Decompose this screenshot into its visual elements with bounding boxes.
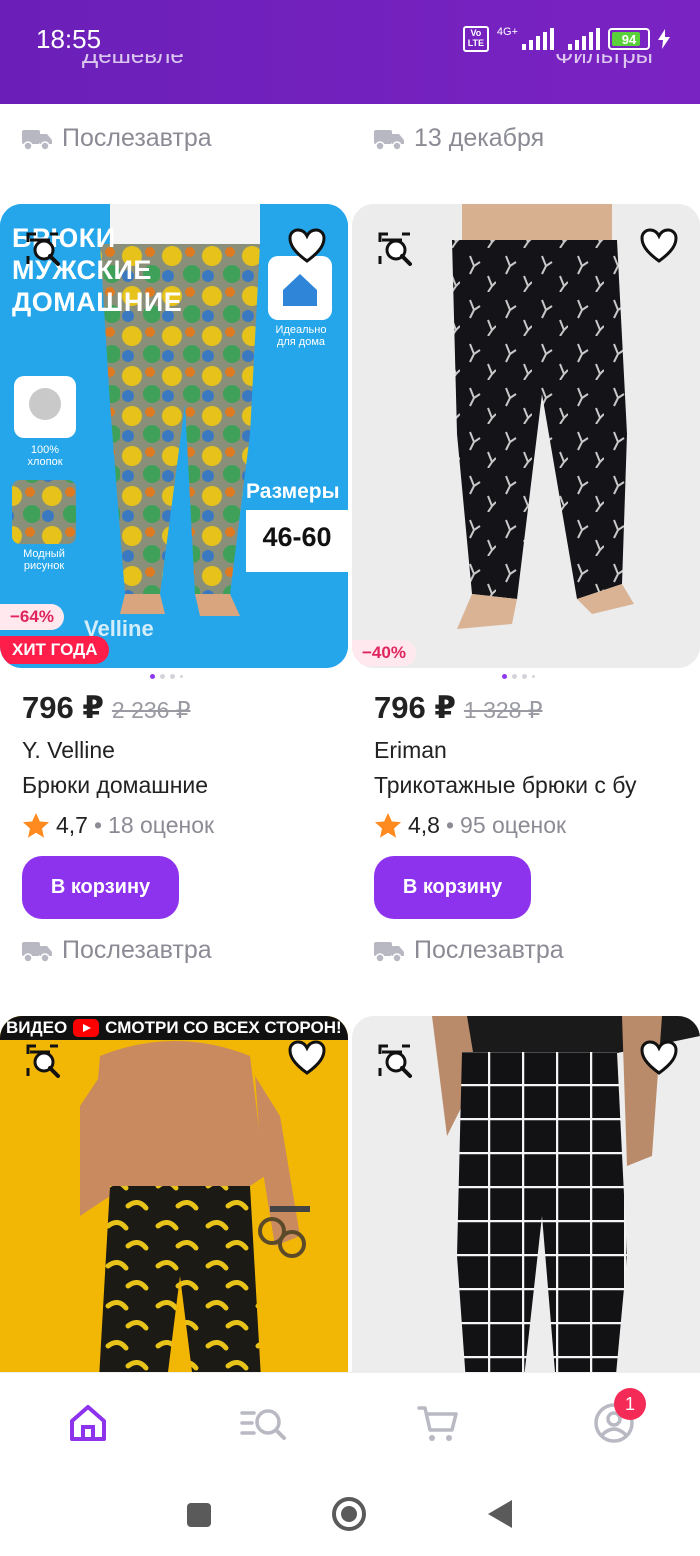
rating-value: 4,8 — [408, 812, 440, 838]
ar-search-icon[interactable] — [24, 230, 62, 268]
product-rating: 4,8 • 95 оценок — [374, 812, 566, 839]
delivery-info: 13 декабря — [374, 124, 544, 153]
rating-separator: • — [93, 812, 103, 838]
home-icon[interactable] — [66, 1401, 110, 1445]
status-bar: 18:55 Дешевле Фильтры Vo LTE 4G+ 94 — [0, 0, 700, 104]
signal-icon — [522, 28, 554, 50]
carousel-dots — [502, 674, 535, 679]
battery-icon: 94 — [608, 28, 650, 50]
video-banner: ВИДЕО СМОТРИ СО ВСЕХ СТОРОН! — [6, 1018, 342, 1038]
truck-icon — [22, 129, 52, 150]
image-home-text: Идеально для дома — [275, 324, 327, 348]
product-title[interactable]: Трикотажные брюки с бу — [374, 772, 700, 799]
price-block: 796 ₽ 1 328 ₽ — [374, 690, 543, 726]
heart-icon[interactable] — [640, 228, 678, 264]
ar-search-icon[interactable] — [376, 1042, 414, 1080]
delivery-info: Послезавтра — [374, 936, 564, 965]
old-price: 2 236 ₽ — [111, 697, 191, 723]
video-label-2: СМОТРИ СО ВСЕХ СТОРОН! — [105, 1018, 342, 1037]
hit-badge: ХИТ ГОДА — [0, 636, 110, 664]
delivery-label: 13 декабря — [414, 124, 545, 152]
heart-icon[interactable] — [640, 1040, 678, 1076]
rating-value: 4,7 — [56, 812, 88, 838]
discount-badge: −40% — [352, 640, 416, 666]
add-to-cart-button[interactable]: В корзину — [22, 856, 179, 919]
product-image[interactable]: −40% — [352, 204, 700, 668]
rating-separator: • — [445, 812, 455, 838]
heart-icon[interactable] — [288, 1040, 326, 1076]
network-type: 4G+ — [496, 26, 518, 38]
old-price: 1 328 ₽ — [463, 697, 543, 723]
add-to-cart-button[interactable]: В корзину — [374, 856, 531, 919]
product-title[interactable]: Брюки домашние — [22, 772, 348, 799]
status-time: 18:55 — [36, 24, 102, 54]
delivery-info: Послезавтра — [22, 124, 212, 153]
product-photo — [352, 204, 700, 668]
delivery-label: Послезавтра — [62, 124, 212, 152]
product-brand[interactable]: Eriman — [374, 737, 447, 764]
delivery-info: Послезавтра — [22, 936, 212, 965]
delivery-label: Послезавтра — [62, 936, 212, 964]
current-price: 796 ₽ — [374, 690, 456, 725]
carousel-dots — [150, 674, 183, 679]
current-price: 796 ₽ — [22, 690, 104, 725]
truck-icon — [374, 129, 404, 150]
image-pattern-text: Модный рисунок — [23, 548, 65, 572]
image-sizes-label: Размеры — [246, 480, 340, 503]
recents-icon[interactable] — [186, 1502, 212, 1528]
reviews-count: 95 оценок — [460, 812, 567, 838]
volte-icon: Vo LTE — [462, 26, 489, 52]
delivery-label: Послезавтра — [414, 936, 564, 964]
reviews-count: 18 оценок — [108, 812, 215, 838]
cart-icon[interactable] — [416, 1401, 460, 1445]
price-block: 796 ₽ 2 236 ₽ — [22, 690, 191, 726]
play-icon — [73, 1019, 100, 1037]
star-icon — [23, 813, 49, 838]
star-icon — [375, 813, 401, 838]
truck-icon — [374, 941, 404, 962]
discount-badge: −64% — [0, 604, 64, 630]
system-nav — [0, 1472, 700, 1556]
notification-badge: 1 — [614, 1388, 646, 1420]
heart-icon[interactable] — [288, 228, 326, 264]
ar-search-icon[interactable] — [24, 1042, 62, 1080]
image-sizes-value: 46-60 — [262, 522, 332, 552]
status-icons: Vo LTE 4G+ 94 — [462, 26, 670, 52]
product-image[interactable]: ВИДЕО СМОТРИ СО ВСЕХ СТОРОН! — [0, 1016, 348, 1396]
product-brand[interactable]: Y. Velline — [22, 737, 115, 764]
truck-icon — [22, 941, 52, 962]
product-image[interactable] — [352, 1016, 700, 1396]
product-rating: 4,7 • 18 оценок — [22, 812, 214, 839]
image-cotton-text: 100% хлопок — [27, 444, 63, 468]
home-system-icon[interactable] — [331, 1496, 367, 1532]
charging-icon — [658, 29, 670, 49]
bottom-nav — [0, 1372, 700, 1473]
back-icon[interactable] — [486, 1498, 514, 1530]
catalog-search-icon[interactable] — [240, 1401, 290, 1445]
video-label: ВИДЕО — [6, 1018, 68, 1037]
product-image[interactable]: БРЮКИ МУЖСКИЕ ДОМАШНИЕ Идеально для дома… — [0, 204, 348, 668]
signal-icon — [568, 28, 600, 50]
ar-search-icon[interactable] — [376, 230, 414, 268]
